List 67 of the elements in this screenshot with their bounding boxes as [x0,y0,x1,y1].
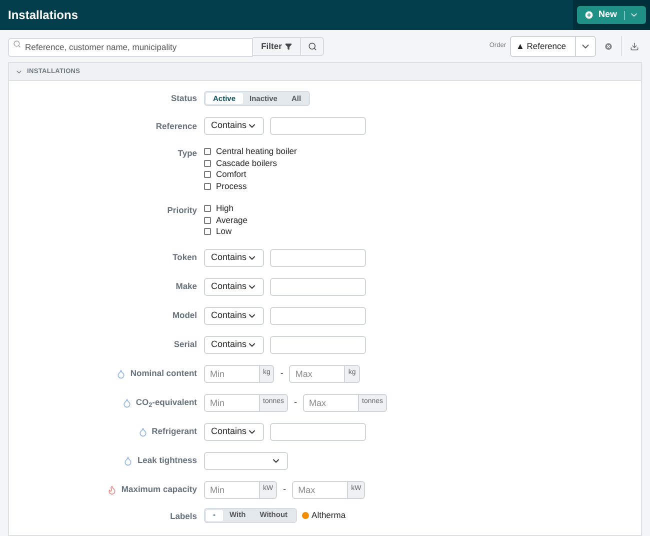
checkbox-label: Comfort [216,168,246,182]
range-separator: - [283,482,286,496]
operator-select[interactable]: Contains [204,117,264,135]
search-field[interactable]: Reference, customer name, municipality [8,38,253,56]
number-input[interactable]: Min [204,480,260,498]
checkbox-label: Central heating boiler [216,145,297,158]
download-icon[interactable] [630,42,639,50]
field-label: Make [176,280,197,293]
field-label: Nominal content [130,367,197,380]
field-label: CO$_{2}$-equivalent [136,396,197,409]
drop-icon [122,398,132,408]
operator-select[interactable]: Contains [204,422,264,440]
number-input[interactable]: Min [204,364,260,382]
text-input[interactable] [270,117,366,135]
field-label: Status [171,92,197,105]
checkbox[interactable] [204,205,211,212]
text-input[interactable] [270,278,366,296]
clear-icon[interactable] [604,42,613,50]
field-label: Refrigerant [152,425,197,438]
plus-icon [584,10,594,20]
checkbox[interactable] [204,182,211,190]
text-input[interactable] [270,422,366,440]
field-label: Model [172,309,197,322]
checkbox-label: Cascade boilers [216,156,277,170]
drop-icon [138,426,148,436]
number-input[interactable]: Max [289,364,346,382]
checkbox-label: Low [216,225,232,238]
drop-icon [123,456,134,466]
checkbox-label: Process [216,180,247,193]
checkbox[interactable] [204,148,211,156]
field-label: Labels [170,510,197,522]
filter-icon [284,42,292,50]
tag-label[interactable]: Altherma [312,508,346,522]
new-button[interactable]: New [577,6,646,24]
checkbox[interactable] [204,228,211,236]
order-select[interactable]: ▲ Reference [510,36,596,56]
field-label: Serial [174,338,197,351]
checkbox-label: Average [216,214,248,227]
operator-select[interactable]: Contains [204,336,264,354]
operator-select[interactable]: Contains [204,306,264,324]
checkbox[interactable] [204,160,211,167]
field-label: Priority [167,204,197,216]
field-label: Reference [156,120,197,132]
search-button[interactable] [300,36,324,56]
field-label: Type [178,146,197,160]
text-input[interactable] [270,336,366,354]
number-input[interactable]: Min [204,394,260,412]
field-label: Leak tightness [137,454,197,467]
field-label: Maximum capacity [121,483,197,496]
operator-select[interactable]: Contains [204,278,264,296]
field-label: Token [172,251,197,264]
page-title: Installations [8,7,78,24]
checkbox[interactable] [204,171,211,178]
number-input[interactable]: Max [292,480,348,498]
search-icon [13,40,21,48]
drop-icon [116,368,126,378]
operator-select[interactable]: Contains [204,248,264,266]
range-separator: - [280,366,284,380]
text-input[interactable] [270,248,366,266]
checkbox[interactable] [204,216,211,224]
search-icon [308,42,316,50]
range-separator: - [294,396,298,409]
checkbox-label: High [216,202,234,216]
number-input[interactable]: Max [303,394,360,412]
text-input[interactable] [270,306,366,324]
flame-icon [107,484,118,494]
filter-button[interactable]: Filter [253,36,300,56]
